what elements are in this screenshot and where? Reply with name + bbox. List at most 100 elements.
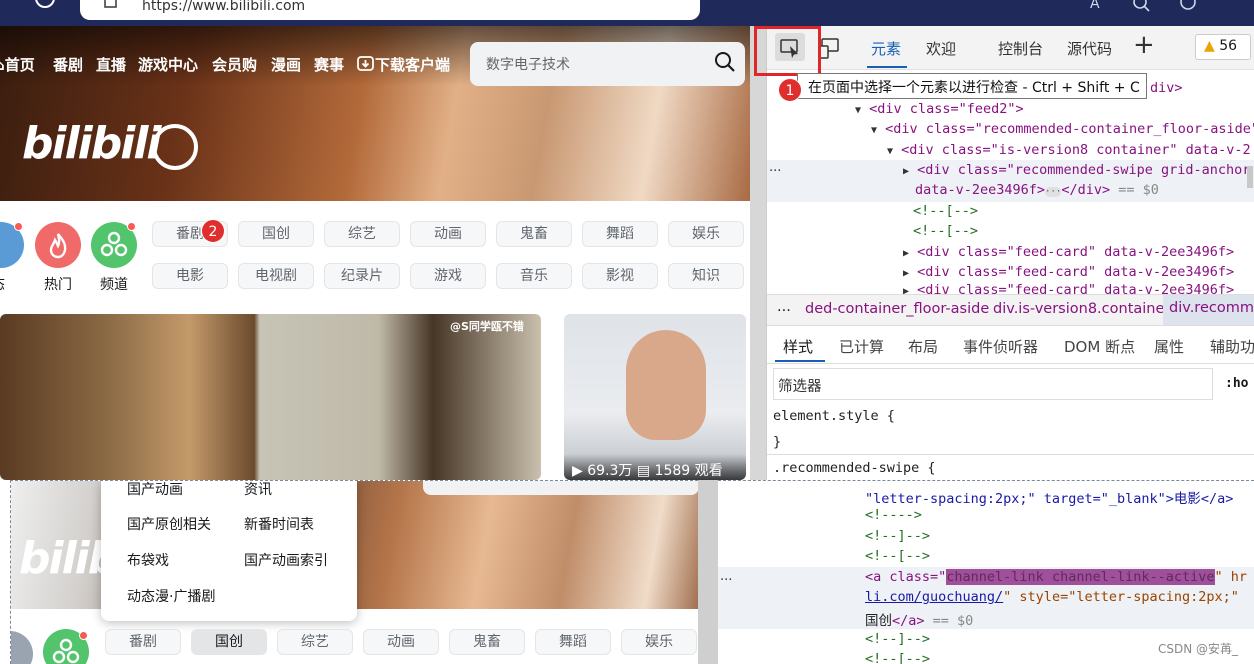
code-comment: <!--]--> [865, 528, 931, 544]
tab-sources[interactable]: 源代码 [1067, 38, 1112, 59]
channel-chip[interactable]: 综艺 [324, 221, 400, 247]
tab-console[interactable]: 控制台 [998, 38, 1043, 59]
channel-chip[interactable]: 娱乐 [621, 629, 697, 655]
channel-chip[interactable]: 纪录片 [324, 263, 400, 289]
site-info-icon[interactable] [104, 0, 118, 9]
channels-label[interactable]: 频道 [89, 274, 139, 294]
breadcrumb-item[interactable]: div.is-version8.container [993, 301, 1170, 317]
search-icon[interactable] [714, 51, 736, 73]
nav-vip-shop[interactable]: 会员购 [212, 54, 257, 75]
hot-fire-icon[interactable] [35, 222, 81, 268]
bilibili-logo[interactable]: bilibili [22, 118, 161, 169]
nav-live[interactable]: 直播 [96, 54, 126, 75]
read-aloud-icon[interactable]: A [1088, 0, 1108, 14]
tab-event-listeners[interactable]: 事件侦听器 [963, 336, 1038, 357]
tab-elements[interactable]: 元素 [871, 38, 901, 59]
favorites-icon[interactable] [1178, 0, 1200, 14]
breadcrumb-item-current[interactable]: div.recomm [1163, 295, 1254, 325]
dropdown-item[interactable]: 布袋戏 [127, 550, 169, 570]
nav-bangumi[interactable]: 番剧 [53, 54, 83, 75]
tab-layout[interactable]: 布局 [908, 336, 938, 357]
code-line-selected[interactable]: data-v-2ee3496f>···</div> == $0 [915, 182, 1159, 198]
node-menu-dots[interactable]: ... [769, 160, 781, 175]
nav-esports[interactable]: 赛事 [314, 54, 344, 75]
video-card-thumbnail[interactable]: ▶ 69.3万 ▤ 1589 观看 [564, 314, 746, 480]
channel-chip[interactable]: 音乐 [496, 263, 572, 289]
address-bar[interactable]: https://www.bilibili.com [80, 0, 700, 20]
dropdown-item[interactable]: 新番时间表 [244, 514, 314, 534]
zoom-icon[interactable] [1132, 0, 1152, 14]
device-emulation-icon[interactable] [819, 36, 843, 60]
code-line[interactable]: "letter-spacing:2px;" target="_blank">电影… [865, 487, 1233, 507]
code-comment: <!----> [865, 507, 922, 523]
code-line[interactable]: ▼ <div class="is-version8 container" dat… [887, 142, 1251, 158]
nav-manga[interactable]: 漫画 [271, 54, 301, 75]
video-card-thumbnail[interactable]: @S同学瓯不错 [0, 314, 541, 480]
dynamic-circle-icon[interactable] [11, 631, 33, 664]
dropdown-item[interactable]: 国产原创相关 [127, 514, 211, 534]
channel-chip[interactable]: 国创 [238, 221, 314, 247]
code-line-selected[interactable]: 国创</a> == $0 [865, 609, 973, 629]
dropdown-item[interactable]: 国产动画索引 [244, 550, 328, 570]
channel-chip[interactable]: 动画 [410, 221, 486, 247]
notify-dot [79, 631, 88, 640]
elements-scrollbar[interactable] [1247, 166, 1253, 188]
channel-chip[interactable]: 娱乐 [668, 221, 744, 247]
tab-computed[interactable]: 已计算 [839, 336, 884, 357]
styles-filter-input[interactable]: 筛选器 [773, 368, 1213, 400]
code-line-selected[interactable]: <a class="channel-link channel-link--act… [865, 569, 1247, 585]
warnings-counter[interactable]: ▲ 56 [1195, 34, 1251, 60]
channel-chip[interactable]: 电影 [152, 263, 228, 289]
dropdown-item[interactable]: 国产动画 [127, 481, 183, 499]
page-scrollbar[interactable] [750, 26, 766, 480]
tab-dom-breakpoints[interactable]: DOM 断点 [1064, 336, 1135, 357]
code-line[interactable]: ▶ <div class="feed-card" data-v-2ee3496f… [903, 264, 1234, 280]
channel-chip[interactable]: 舞蹈 [535, 629, 611, 655]
video-watermark: @S同学瓯不错 [450, 320, 524, 333]
channel-chip[interactable]: 综艺 [277, 629, 353, 655]
search-input[interactable]: 数字电子技术 [486, 54, 570, 74]
url-text: https://www.bilibili.com [142, 0, 306, 14]
channel-chip[interactable]: 动画 [363, 629, 439, 655]
css-rule-selector[interactable]: element.style { [773, 408, 895, 424]
code-line[interactable]: ▶ <div class="feed-card" data-v-2ee3496f… [903, 282, 1234, 294]
code-comment: <!--[--> [913, 203, 979, 219]
channel-chip[interactable]: 电视剧 [238, 263, 314, 289]
code-line[interactable]: ▶ <div class="feed-card" data-v-2ee3496f… [903, 244, 1234, 260]
node-menu-dots[interactable]: ... [720, 569, 732, 584]
code-line[interactable]: ▼ <div class="recommended-container_floo… [871, 121, 1254, 137]
hover-state-toggle[interactable]: :ho [1225, 376, 1248, 391]
breadcrumb-more[interactable]: ... [777, 299, 791, 315]
code-line-selected[interactable]: ▶ <div class="recommended-swipe grid-anc… [903, 162, 1250, 178]
overlay-scrollbar[interactable] [698, 480, 718, 664]
collapsed-content-icon[interactable]: ··· [1045, 187, 1062, 197]
dom-breadcrumb: ... ded-container_floor-aside div.is-ver… [767, 294, 1254, 326]
nav-home[interactable]: ⌂首页 [0, 54, 35, 75]
code-line-selected[interactable]: li.com/guochuang/" style="letter-spacing… [865, 589, 1239, 605]
nav-game-center[interactable]: 游戏中心 [138, 54, 198, 75]
add-tab-button[interactable]: + [1133, 30, 1155, 60]
overlay-search-box[interactable] [423, 481, 699, 495]
tab-welcome[interactable]: 欢迎 [926, 38, 956, 59]
search-box[interactable]: 数字电子技术 [470, 42, 745, 86]
channel-chip[interactable]: 鬼畜 [496, 221, 572, 247]
dropdown-item[interactable]: 动态漫·广播剧 [127, 586, 215, 606]
channel-chip[interactable]: 游戏 [410, 263, 486, 289]
channel-chip[interactable]: 舞蹈 [582, 221, 658, 247]
breadcrumb-item[interactable]: ded-container_floor-aside [805, 301, 989, 317]
refresh-icon[interactable] [32, 0, 58, 14]
css-rule-selector[interactable]: .recommended-swipe { [773, 460, 936, 476]
code-line[interactable]: ▼ <div class="feed2"> [855, 101, 1024, 117]
channel-chip-active[interactable]: 国创 [191, 629, 267, 655]
nav-download-client[interactable]: 下载客户端 [357, 54, 450, 75]
dropdown-item[interactable]: 资讯 [244, 481, 272, 499]
tab-accessibility[interactable]: 辅助功 [1210, 336, 1254, 357]
channel-chip[interactable]: 影视 [582, 263, 658, 289]
tab-styles[interactable]: 样式 [783, 336, 813, 357]
dynamic-label[interactable]: 态 [0, 274, 13, 294]
tab-properties[interactable]: 属性 [1154, 336, 1184, 357]
channel-chip[interactable]: 鬼畜 [449, 629, 525, 655]
channel-chip[interactable]: 番剧 [105, 629, 181, 655]
channel-chip[interactable]: 知识 [668, 263, 744, 289]
hot-label[interactable]: 热门 [33, 274, 83, 294]
